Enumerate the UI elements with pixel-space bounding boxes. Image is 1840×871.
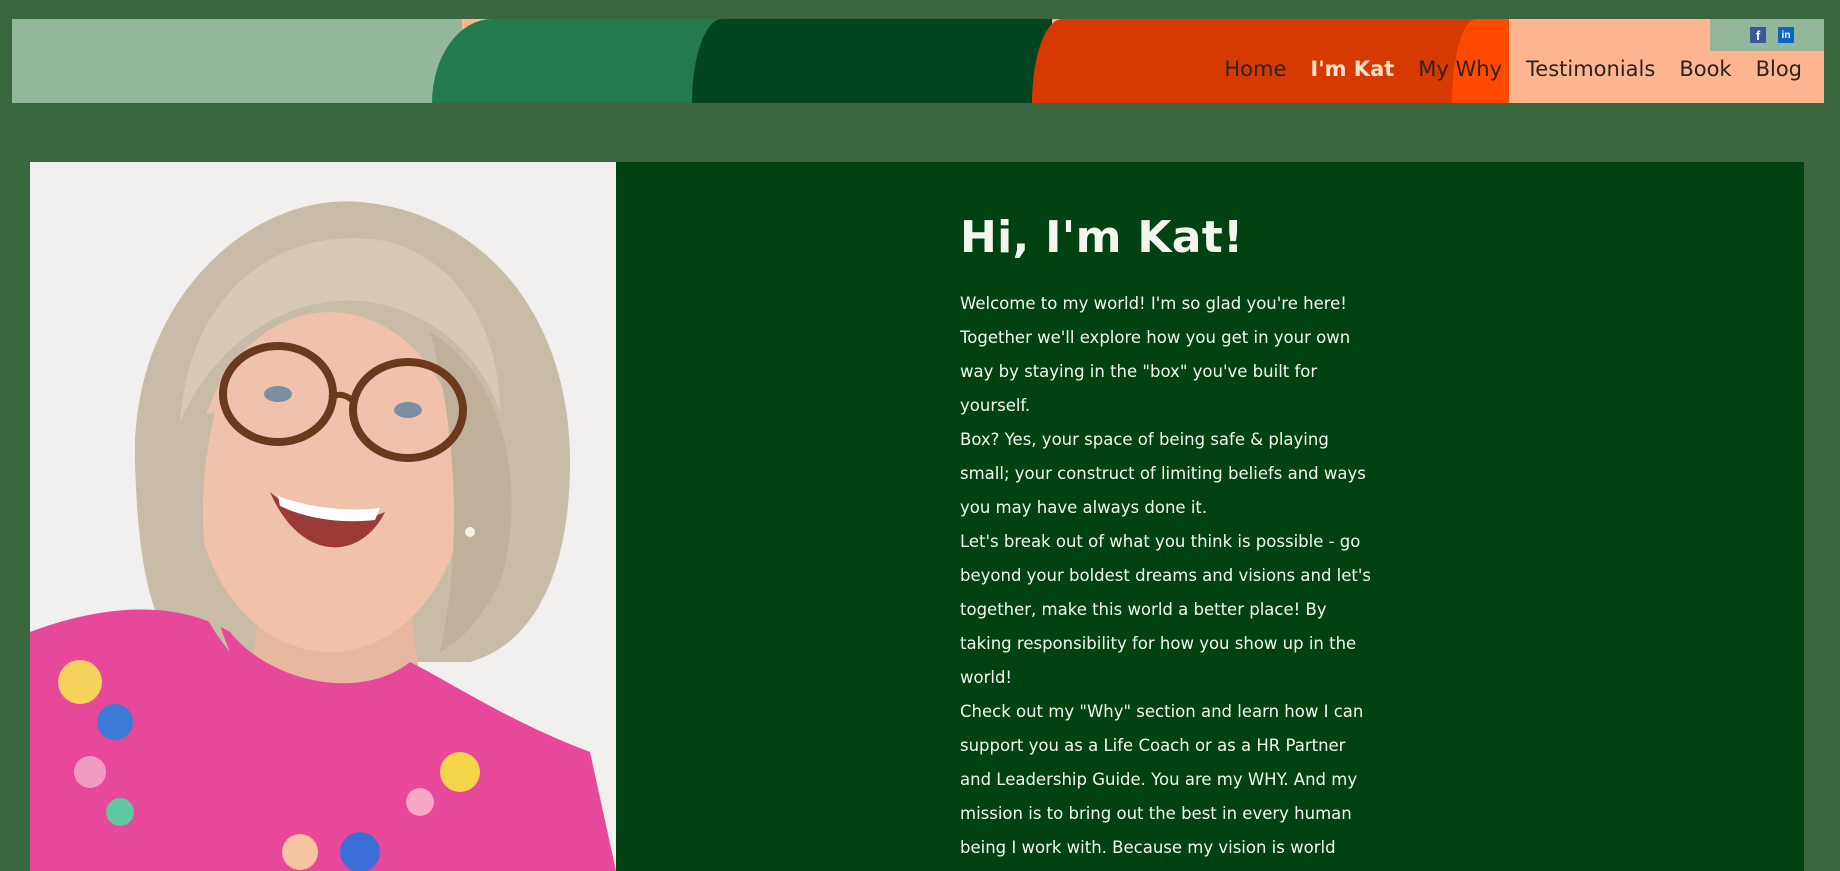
about-text: Welcome to my world! I'm so glad you're …	[960, 287, 1380, 871]
nav-my-why[interactable]: My Why	[1418, 57, 1502, 81]
paragraph-why: Check out my "Why" section and learn how…	[960, 702, 1364, 857]
portrait-illustration	[30, 162, 616, 871]
facebook-icon[interactable]: f	[1750, 27, 1766, 43]
nav-book[interactable]: Book	[1679, 57, 1731, 81]
paragraph-break-out: Let's break out of what you think is pos…	[960, 532, 1372, 687]
header-band-sage	[12, 19, 462, 103]
paragraph-box: Box? Yes, your space of being safe & pla…	[960, 430, 1366, 517]
paragraph-welcome: Welcome to my world! I'm so glad you're …	[960, 294, 1351, 415]
about-content: Hi, I'm Kat! Welcome to my world! I'm so…	[960, 212, 1380, 871]
linkedin-icon[interactable]: in	[1778, 27, 1794, 43]
nav-testimonials[interactable]: Testimonials	[1526, 57, 1655, 81]
main-nav: Home I'm Kat My Why Testimonials Book Bl…	[1224, 57, 1802, 81]
nav-home[interactable]: Home	[1224, 57, 1286, 81]
page-title: Hi, I'm Kat!	[960, 212, 1244, 263]
nav-blog[interactable]: Blog	[1756, 57, 1802, 81]
nav-im-kat[interactable]: I'm Kat	[1310, 57, 1394, 81]
site-header: f in Home I'm Kat My Why Testimonials Bo…	[12, 19, 1824, 103]
header-band-green	[432, 19, 722, 103]
portrait-photo	[30, 162, 616, 871]
about-section: Hi, I'm Kat! Welcome to my world! I'm so…	[30, 162, 1804, 871]
header-band-dark	[692, 19, 1052, 103]
social-bar: f in	[1710, 19, 1824, 51]
